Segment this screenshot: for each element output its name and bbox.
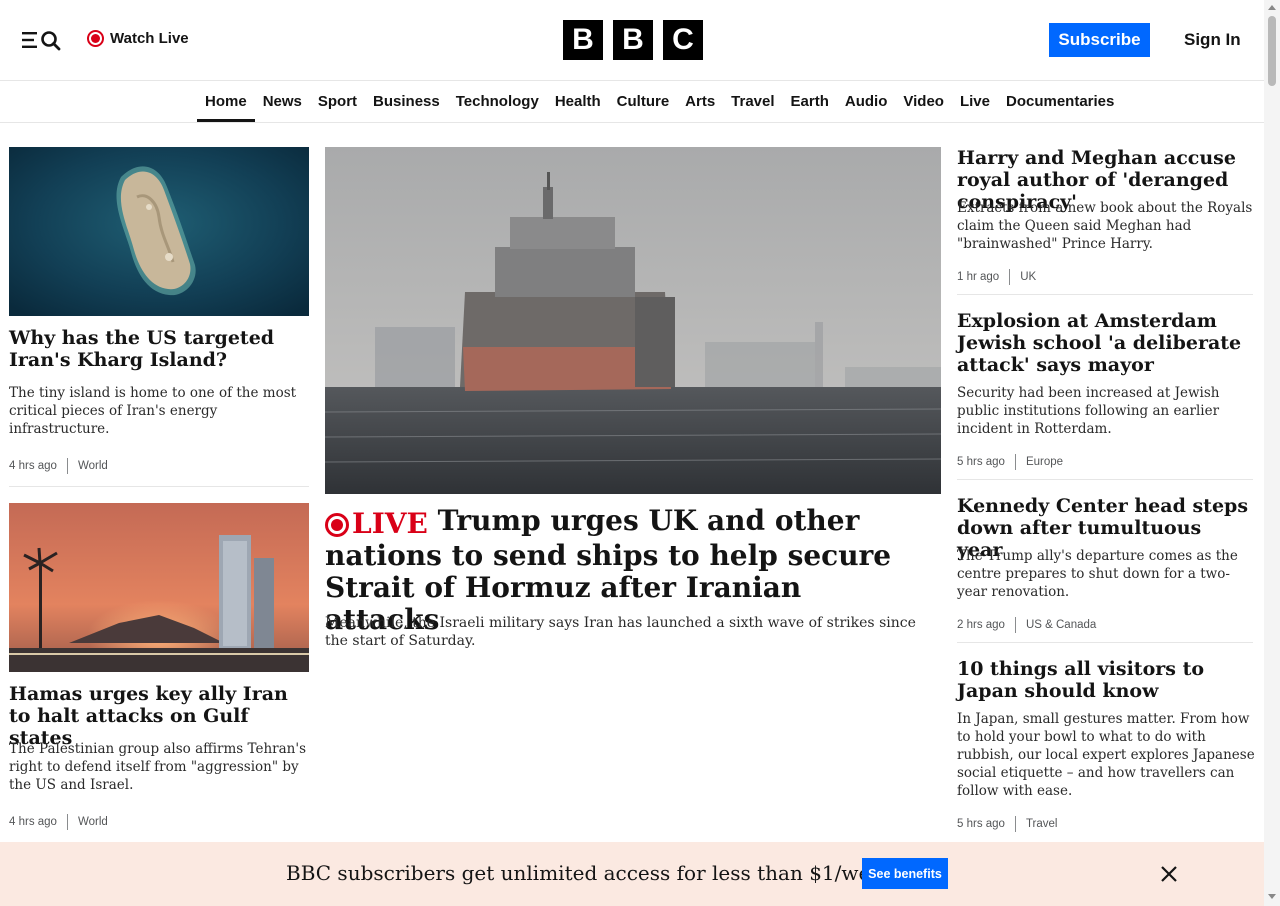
story-headline[interactable]: Why has the US targeted Iran's Kharg Isl… [9,327,309,371]
nav-item-travel[interactable]: Travel [723,81,782,122]
meta-separator [66,814,68,830]
story-headline[interactable]: 10 things all visitors to Japan should k… [957,658,1253,702]
story-section[interactable]: World [78,460,108,472]
story-meta: 4 hrs ago World [9,458,108,474]
story-summary: Extracts from a new book about the Royal… [957,200,1253,252]
live-dot-icon [87,30,104,47]
kharg-island-image[interactable] [9,147,309,316]
live-label: LIVE [352,507,428,540]
story-meta: 5 hrs ago Europe [957,454,1063,470]
nav-item-audio[interactable]: Audio [837,81,896,122]
meta-separator [1014,454,1016,470]
nav-item-sport[interactable]: Sport [310,81,365,122]
watch-live-link[interactable]: Watch Live [87,30,189,47]
story-time: 2 hrs ago [957,619,1005,631]
main-summary: Meanwhile, the Israeli military says Ira… [325,615,916,649]
story-divider [9,486,309,487]
logo-letter: B [563,20,603,60]
scroll-thumb[interactable] [1268,16,1276,86]
close-icon[interactable] [1159,864,1179,884]
nav-item-business[interactable]: Business [365,81,448,122]
menu-search-icon[interactable] [20,28,64,52]
story-summary: The Trump ally's departure comes as the … [957,548,1238,600]
site-header: Watch Live B B C Subscribe Sign In [0,0,1264,81]
nav-item-technology[interactable]: Technology [448,81,547,122]
meta-separator [66,458,68,474]
scroll-down-arrow-icon[interactable] [1268,894,1276,899]
nav-item-culture[interactable]: Culture [609,81,678,122]
live-badge: LIVE [325,508,428,540]
nav-item-documentaries[interactable]: Documentaries [998,81,1122,122]
story-section[interactable]: World [78,816,108,828]
story-time: 5 hrs ago [957,456,1005,468]
story-divider [957,479,1253,480]
story-section[interactable]: Travel [1026,818,1058,830]
nav-item-home[interactable]: Home [197,81,255,122]
nav-item-earth[interactable]: Earth [783,81,837,122]
story-time: 4 hrs ago [9,460,57,472]
logo-letter: B [613,20,653,60]
see-benefits-button[interactable]: See benefits [862,858,948,889]
live-icon [325,513,349,537]
story-divider [957,642,1253,643]
subscription-banner: BBC subscribers get unlimited access for… [0,842,1264,906]
story-summary: In Japan, small gestures matter. From ho… [957,711,1255,799]
nav-item-arts[interactable]: Arts [677,81,723,122]
watch-live-label: Watch Live [110,30,189,47]
story-meta: 4 hrs ago World [9,814,108,830]
nav-item-health[interactable]: Health [547,81,609,122]
gulf-fire-image[interactable] [9,503,309,672]
sign-in-link[interactable]: Sign In [1184,30,1241,50]
banner-text: BBC subscribers get unlimited access for… [286,861,895,885]
story-meta: 1 hr ago UK [957,269,1036,285]
tanker-ship-image[interactable] [325,147,941,494]
subscribe-button[interactable]: Subscribe [1049,23,1150,57]
nav-item-live[interactable]: Live [952,81,998,122]
meta-separator [1014,617,1016,633]
nav-item-video[interactable]: Video [895,81,952,122]
story-time: 1 hr ago [957,271,1000,283]
meta-separator [1009,269,1011,285]
story-meta: 2 hrs ago US & Canada [957,617,1096,633]
nav-list: Home News Sport Business Technology Heal… [197,81,1122,122]
story-summary: The Palestinian group also affirms Tehra… [9,741,306,793]
story-section[interactable]: US & Canada [1026,619,1096,631]
story-section[interactable]: UK [1020,271,1036,283]
logo-letter: C [663,20,703,60]
story-summary: The tiny island is home to one of the mo… [9,385,297,437]
story-time: 5 hrs ago [957,818,1005,830]
story-divider [957,294,1253,295]
story-meta: 5 hrs ago Travel [957,816,1057,832]
primary-nav: Home News Sport Business Technology Heal… [0,81,1264,123]
meta-separator [1014,816,1016,832]
page-scrollbar[interactable] [1264,0,1280,906]
story-time: 4 hrs ago [9,816,57,828]
story-headline[interactable]: Explosion at Amsterdam Jewish school 'a … [957,310,1253,376]
story-section[interactable]: Europe [1026,456,1063,468]
nav-item-news[interactable]: News [255,81,310,122]
bbc-logo[interactable]: B B C [563,20,703,60]
scroll-up-arrow-icon[interactable] [1268,5,1276,10]
story-summary: Security had been increased at Jewish pu… [957,385,1220,437]
